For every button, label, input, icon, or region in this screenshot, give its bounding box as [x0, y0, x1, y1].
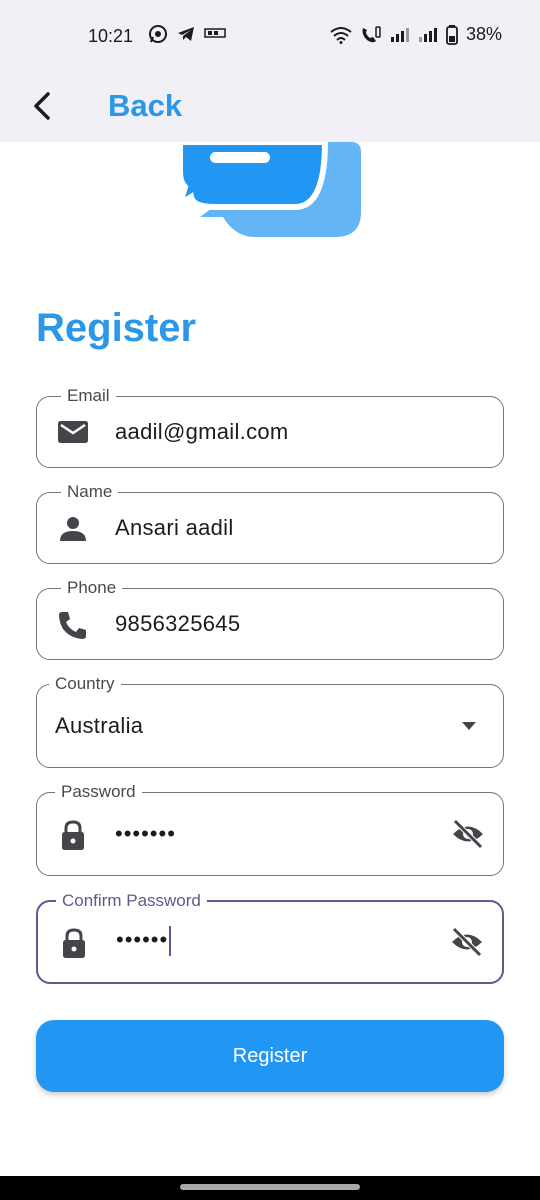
lock-icon — [63, 928, 85, 958]
app-bar: Back — [0, 72, 540, 142]
confirm-password-label: Confirm Password — [56, 890, 207, 912]
mail-icon — [58, 421, 88, 443]
back-button[interactable]: Back — [108, 82, 182, 130]
password-label: Password — [55, 781, 142, 803]
navigation-bar — [0, 1176, 540, 1200]
country-label: Country — [49, 673, 121, 695]
register-button[interactable]: Register — [36, 1020, 504, 1092]
dropdown-arrow-icon[interactable] — [461, 721, 477, 731]
signal-icon-2 — [418, 27, 437, 42]
notification-icons — [148, 24, 226, 44]
confirm-password-value: •••••• — [116, 926, 172, 956]
app-notification-icon — [204, 28, 226, 38]
password-value: ••••••• — [115, 821, 176, 846]
person-icon — [60, 517, 86, 541]
confirm-password-text: •••••• — [116, 926, 169, 952]
wifi-calling-icon — [362, 25, 381, 42]
phone-field[interactable]: Phone 9856325645 — [36, 577, 504, 660]
country-select[interactable]: Country Australia — [36, 673, 504, 768]
wifi-icon — [330, 26, 352, 44]
lock-icon — [62, 820, 84, 850]
name-value: Ansari aadil — [115, 515, 234, 540]
status-time: 10:21 — [88, 26, 134, 46]
chat-bubbles-logo — [175, 142, 361, 237]
page-title: Register — [36, 306, 197, 350]
email-label: Email — [61, 385, 116, 407]
text-cursor — [169, 926, 172, 956]
system-icons: 38% — [330, 24, 502, 45]
visibility-off-icon[interactable] — [450, 925, 484, 959]
phone-icon — [59, 612, 86, 639]
email-field[interactable]: Email aadil@gmail.com — [36, 385, 504, 468]
visibility-off-icon[interactable] — [451, 817, 485, 851]
battery-level: 38% — [465, 24, 502, 44]
whatsapp-icon — [149, 25, 167, 43]
phone-value: 9856325645 — [115, 611, 241, 636]
confirm-password-field[interactable]: Confirm Password •••••• — [36, 890, 504, 984]
signal-icon-1 — [390, 27, 409, 42]
home-gesture-handle[interactable] — [180, 1184, 360, 1190]
name-field[interactable]: Name Ansari aadil — [36, 481, 504, 564]
phone-label: Phone — [61, 577, 123, 599]
country-value: Australia — [55, 713, 144, 738]
back-arrow-icon[interactable] — [28, 82, 58, 130]
email-value: aadil@gmail.com — [115, 419, 289, 444]
password-field[interactable]: Password ••••••• — [36, 781, 504, 876]
telegram-icon — [178, 27, 194, 41]
battery-icon — [446, 24, 458, 45]
name-label: Name — [61, 481, 119, 503]
status-bar: 10:21 38% — [0, 0, 540, 72]
